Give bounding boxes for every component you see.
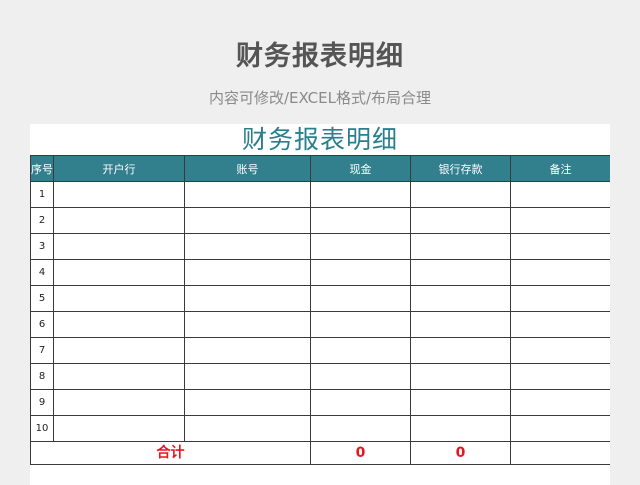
table-row: 3 xyxy=(30,233,610,260)
account-cell[interactable] xyxy=(184,207,311,234)
bank-deposit-cell[interactable] xyxy=(410,285,511,312)
total-bank-value: 0 xyxy=(455,445,466,461)
row-index: 9 xyxy=(30,389,54,416)
cash-cell[interactable] xyxy=(310,181,411,208)
column-header-bank-deposit: 银行存款 xyxy=(410,155,511,182)
account-cell[interactable] xyxy=(184,389,311,416)
remarks-cell[interactable] xyxy=(510,389,610,416)
remarks-cell[interactable] xyxy=(510,233,610,260)
table-row: 5 xyxy=(30,285,610,312)
remarks-cell[interactable] xyxy=(510,259,610,286)
column-header-bank: 开户行 xyxy=(53,155,185,182)
account-cell[interactable] xyxy=(184,337,311,364)
cash-cell[interactable] xyxy=(310,233,411,260)
remarks-cell[interactable] xyxy=(510,181,610,208)
table-row: 1 xyxy=(30,181,610,208)
row-index: 1 xyxy=(30,181,54,208)
bank-deposit-cell[interactable] xyxy=(410,363,511,390)
cash-cell[interactable] xyxy=(310,415,411,442)
row-index: 3 xyxy=(30,233,54,260)
bank-cell[interactable] xyxy=(53,415,185,442)
row-index: 10 xyxy=(30,415,54,442)
total-remarks-cell xyxy=(510,441,610,465)
table-row: 10 xyxy=(30,415,610,442)
bank-deposit-cell[interactable] xyxy=(410,311,511,338)
row-index: 8 xyxy=(30,363,54,390)
table-row: 2 xyxy=(30,207,610,234)
account-cell[interactable] xyxy=(184,311,311,338)
cash-cell[interactable] xyxy=(310,285,411,312)
total-label-cell: 合计 xyxy=(30,441,311,465)
finance-table: 序号 开户行 账号 现金 银行存款 备注 1 2 3 4 5 6 7 8 9 1… xyxy=(30,155,610,465)
table-header-row: 序号 开户行 账号 现金 银行存款 备注 xyxy=(30,155,610,182)
row-index: 4 xyxy=(30,259,54,286)
sheet-title: 财务报表明细 xyxy=(241,125,398,154)
column-header-cash: 现金 xyxy=(310,155,411,182)
cash-cell[interactable] xyxy=(310,389,411,416)
remarks-cell[interactable] xyxy=(510,337,610,364)
row-index: 6 xyxy=(30,311,54,338)
account-cell[interactable] xyxy=(184,285,311,312)
remarks-cell[interactable] xyxy=(510,363,610,390)
bank-deposit-cell[interactable] xyxy=(410,389,511,416)
table-row: 9 xyxy=(30,389,610,416)
cash-cell[interactable] xyxy=(310,311,411,338)
column-header-index: 序号 xyxy=(30,155,54,182)
account-cell[interactable] xyxy=(184,363,311,390)
bank-cell[interactable] xyxy=(53,207,185,234)
column-header-account: 账号 xyxy=(184,155,311,182)
bank-cell[interactable] xyxy=(53,337,185,364)
bank-cell[interactable] xyxy=(53,363,185,390)
total-cash-value: 0 xyxy=(355,445,366,461)
bank-cell[interactable] xyxy=(53,259,185,286)
table-row: 8 xyxy=(30,363,610,390)
account-cell[interactable] xyxy=(184,415,311,442)
account-cell[interactable] xyxy=(184,233,311,260)
bank-deposit-cell[interactable] xyxy=(410,259,511,286)
remarks-cell[interactable] xyxy=(510,311,610,338)
row-index: 5 xyxy=(30,285,54,312)
bank-deposit-cell[interactable] xyxy=(410,233,511,260)
table-row: 6 xyxy=(30,311,610,338)
bank-deposit-cell[interactable] xyxy=(410,415,511,442)
column-header-remarks: 备注 xyxy=(510,155,610,182)
cash-cell[interactable] xyxy=(310,337,411,364)
spreadsheet-preview: 财务报表明细 序号 开户行 账号 现金 银行存款 备注 1 2 3 4 5 6 … xyxy=(30,124,610,485)
remarks-cell[interactable] xyxy=(510,285,610,312)
bank-cell[interactable] xyxy=(53,389,185,416)
remarks-cell[interactable] xyxy=(510,415,610,442)
page-subtitle: 内容可修改/EXCEL格式/布局合理 xyxy=(208,89,432,107)
account-cell[interactable] xyxy=(184,181,311,208)
total-row: 合计 0 0 xyxy=(30,441,610,465)
total-label: 合计 xyxy=(156,445,185,461)
bank-deposit-cell[interactable] xyxy=(410,181,511,208)
cash-cell[interactable] xyxy=(310,363,411,390)
bank-deposit-cell[interactable] xyxy=(410,207,511,234)
cash-cell[interactable] xyxy=(310,259,411,286)
row-index: 7 xyxy=(30,337,54,364)
total-bank-cell: 0 xyxy=(410,441,511,465)
table-row: 7 xyxy=(30,337,610,364)
bank-cell[interactable] xyxy=(53,233,185,260)
page-title: 财务报表明细 xyxy=(236,41,404,72)
table-row: 4 xyxy=(30,259,610,286)
bank-cell[interactable] xyxy=(53,285,185,312)
account-cell[interactable] xyxy=(184,259,311,286)
cash-cell[interactable] xyxy=(310,207,411,234)
bank-cell[interactable] xyxy=(53,181,185,208)
bank-deposit-cell[interactable] xyxy=(410,337,511,364)
bank-cell[interactable] xyxy=(53,311,185,338)
row-index: 2 xyxy=(30,207,54,234)
remarks-cell[interactable] xyxy=(510,207,610,234)
total-cash-cell: 0 xyxy=(310,441,411,465)
